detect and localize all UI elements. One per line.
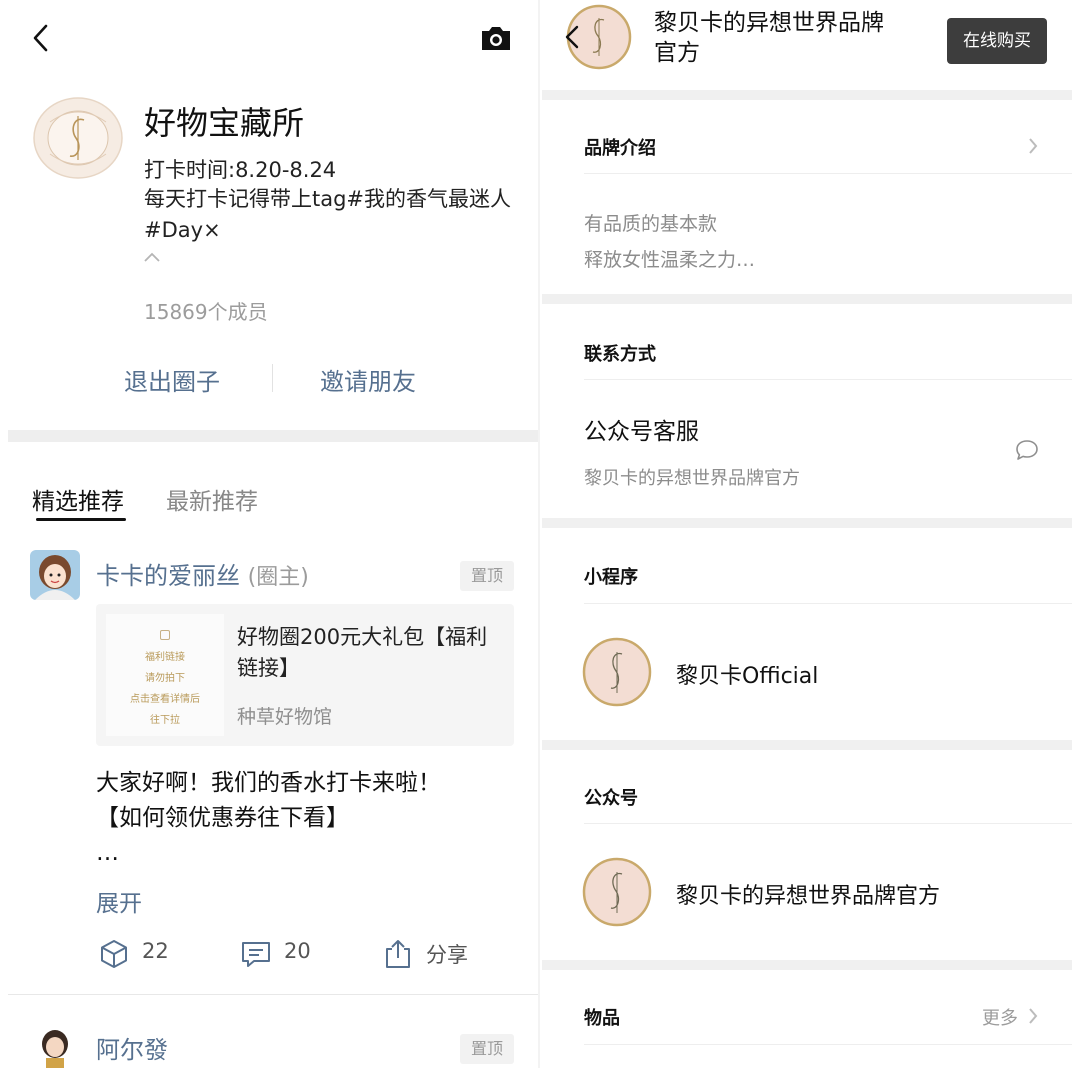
action-divider xyxy=(272,364,273,392)
expand-link[interactable]: 展开 xyxy=(96,884,142,918)
post-divider xyxy=(8,994,538,995)
section-separator xyxy=(542,740,1072,750)
items-heading: 物品 xyxy=(584,1008,620,1029)
camera-icon[interactable] xyxy=(478,22,514,54)
contact-heading: 联系方式 xyxy=(584,344,656,365)
back-arrow-icon[interactable] xyxy=(24,20,60,56)
active-tab-indicator xyxy=(36,518,126,521)
post-body: 大家好啊！我们的香水打卡来啦！ 【如何领优惠券往下看】 … xyxy=(96,766,516,871)
official-account-name[interactable]: 黎贝卡的异想世界品牌官方 xyxy=(676,878,940,910)
post-author[interactable]: 阿尔發 xyxy=(96,1030,168,1065)
avatar[interactable] xyxy=(30,1024,80,1068)
thumb-line: 往下拉 xyxy=(150,715,180,726)
comment-icon xyxy=(242,942,270,967)
mini-program-heading: 小程序 xyxy=(584,567,638,588)
group-title: 好物宝藏所 xyxy=(144,104,305,142)
section-separator xyxy=(542,518,1072,528)
post-line: 【如何领优惠券往下看】 xyxy=(96,805,349,831)
row-divider xyxy=(584,823,1072,824)
row-divider xyxy=(584,603,1072,604)
more-items-link[interactable]: 更多 xyxy=(982,1004,1018,1030)
invite-friends-button[interactable]: 邀请朋友 xyxy=(320,362,416,397)
back-arrow-icon[interactable] xyxy=(560,22,584,52)
group-logo-icon xyxy=(33,97,123,179)
group-description: 每天打卡记得带上tag#我的香气最迷人#Day× xyxy=(144,187,512,242)
post-line: … xyxy=(96,840,119,866)
service-subtitle: 黎贝卡的异想世界品牌官方 xyxy=(584,468,800,489)
link-thumbnail: 福利链接 请勿拍下 点击查看详情后 往下拉 xyxy=(106,614,224,736)
official-account-logo-icon[interactable] xyxy=(582,857,652,927)
thumb-line: 福利链接 xyxy=(145,652,185,663)
thumbnail-badge-icon xyxy=(160,630,170,640)
comment-button[interactable]: 20 xyxy=(240,936,320,972)
leave-circle-button[interactable]: 退出圈子 xyxy=(124,362,220,397)
share-icon xyxy=(386,940,410,968)
brand-title: 黎贝卡的异想世界品牌官方 xyxy=(654,10,884,66)
chat-bubble-icon[interactable] xyxy=(1014,438,1040,462)
like-cube-icon xyxy=(101,940,127,968)
share-button[interactable]: 分享 xyxy=(382,936,482,972)
link-card[interactable]: 福利链接 请勿拍下 点击查看详情后 往下拉 好物圈200元大礼包【福利链接】 种… xyxy=(96,604,514,746)
section-separator xyxy=(542,960,1072,970)
share-label: 分享 xyxy=(426,943,468,967)
author-name[interactable]: 卡卡的爱丽丝 xyxy=(96,562,240,590)
chevron-right-icon[interactable] xyxy=(1026,1006,1040,1026)
chevron-right-icon[interactable] xyxy=(1026,136,1040,156)
row-divider xyxy=(584,379,1072,380)
row-divider xyxy=(584,173,1072,174)
tab-featured[interactable]: 精选推荐 xyxy=(32,482,124,516)
row-divider xyxy=(584,1044,1072,1045)
avatar-illustration-icon xyxy=(30,550,80,600)
post-line: 大家好啊！我们的香水打卡来啦！ xyxy=(96,770,441,796)
intro-line: 有品质的基本款 xyxy=(584,213,718,235)
avatar-illustration-icon xyxy=(30,1024,80,1068)
group-period: 打卡时间:8.20-8.24 xyxy=(144,158,337,182)
tab-latest[interactable]: 最新推荐 xyxy=(166,482,258,516)
chevron-up-icon[interactable] xyxy=(142,250,162,264)
like-count: 22 xyxy=(142,939,169,963)
pinned-badge: 置顶 xyxy=(460,561,514,591)
link-title: 好物圈200元大礼包【福利链接】 xyxy=(237,625,488,680)
intro-line: 释放女性温柔之力… xyxy=(584,249,756,271)
brand-page: 黎贝卡的异想世界品牌官方 在线购买 品牌介绍 有品质的基本款 释放女性温柔之力…… xyxy=(540,0,1080,1068)
member-count: 15869个成员 xyxy=(144,300,268,324)
official-account-heading: 公众号 xyxy=(584,788,638,809)
thumb-line: 点击查看详情后 xyxy=(130,694,200,705)
like-button[interactable]: 22 xyxy=(98,936,178,972)
author-role: (圈主) xyxy=(247,565,309,590)
post-author[interactable]: 卡卡的爱丽丝 (圈主) xyxy=(96,556,309,591)
comment-count: 20 xyxy=(284,939,311,963)
brand-intro-heading[interactable]: 品牌介绍 xyxy=(584,134,656,160)
pinned-badge: 置顶 xyxy=(460,1034,514,1064)
section-separator xyxy=(542,90,1072,100)
more-label[interactable]: 更多 xyxy=(982,1008,1018,1029)
section-separator xyxy=(542,294,1072,304)
section-separator xyxy=(8,430,538,442)
avatar[interactable] xyxy=(30,550,80,600)
circle-page: 好物宝藏所 打卡时间:8.20-8.24 每天打卡记得带上tag#我的香气最迷人… xyxy=(0,0,540,1068)
link-source: 种草好物馆 xyxy=(237,706,333,728)
brand-intro-text: 有品质的基本款 释放女性温柔之力… xyxy=(584,206,755,278)
thumb-line: 请勿拍下 xyxy=(145,673,185,684)
buy-online-button[interactable]: 在线购买 xyxy=(947,18,1047,64)
mini-program-logo-icon[interactable] xyxy=(582,637,652,707)
mini-program-name[interactable]: 黎贝卡Official xyxy=(676,658,818,690)
service-title[interactable]: 公众号客服 xyxy=(584,412,699,446)
